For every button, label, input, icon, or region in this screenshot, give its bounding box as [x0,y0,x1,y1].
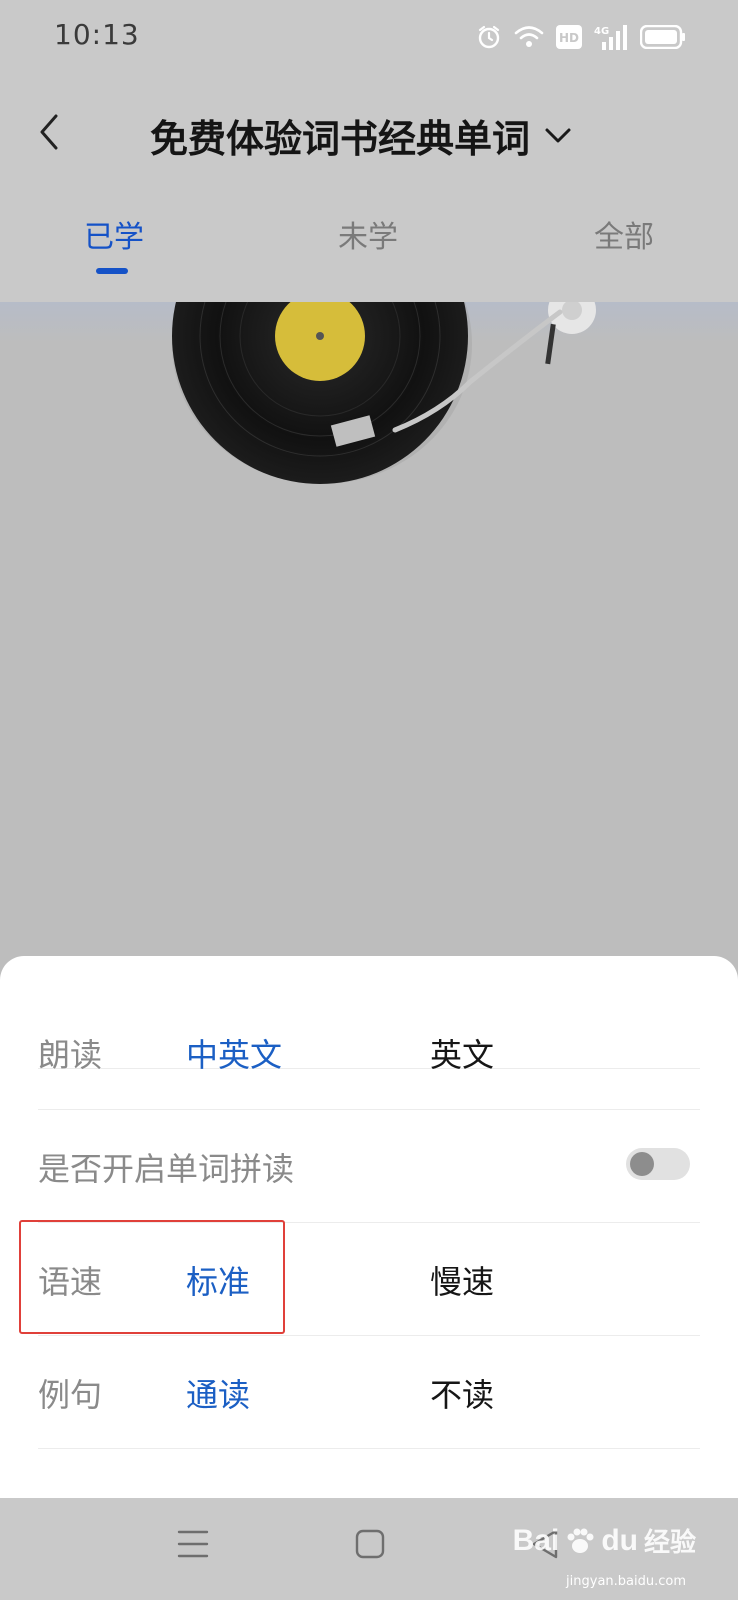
watermark-brand-suffix: du [601,1523,638,1557]
speed-option-slow[interactable]: 慢速 [430,1257,494,1303]
speed-highlight-box [19,1220,285,1334]
spelling-toggle[interactable] [626,1148,690,1180]
watermark-tagline: 经验 [643,1527,696,1557]
toggle-knob [630,1152,654,1176]
header: 免费体验词书经典单词 已学 未学 全部 [0,74,738,302]
app-screen: 10:13 HD 4G 免费体验词书经典单词 已学 未学 全部 朗读 中英文 英… [0,0,738,1600]
spelling-label: 是否开启单词拼读 [38,1150,295,1188]
status-time: 10:13 [54,18,140,51]
tab-bar: 已学 未学 全部 [0,212,738,302]
paw-logo-icon [567,1528,594,1553]
watermark-url: jingyan.baidu.com [566,1574,686,1589]
wifi-icon [514,26,544,47]
hd-icon: HD [556,25,582,49]
record-player-image [172,302,596,484]
hd-label: HD [559,31,579,45]
example-label: 例句 [38,1376,103,1414]
page-title: 免费体验词书经典单词 [150,117,531,161]
nav-bar: Bai du 经验 jingyan.baidu.com [0,1498,738,1600]
menu-icon[interactable] [176,1528,210,1560]
spelling-row: 是否开启单词拼读 [38,1110,700,1223]
tab-learned[interactable]: 已学 [84,212,144,256]
status-bar: 10:13 HD 4G [0,0,738,74]
chevron-down-icon [545,128,571,142]
tab-unlearned[interactable]: 未学 [338,212,398,256]
reading-row-divider [38,997,700,1110]
4g-signal-icon: 4G [594,25,627,50]
baidu-watermark: Bai du 经验 [513,1522,696,1559]
example-option-read-through[interactable]: 通读 [186,1370,250,1416]
player-area [0,302,738,962]
status-icons: HD 4G [476,20,686,54]
alarm-icon [478,25,500,49]
wordbook-selector[interactable]: 免费体验词书经典单词 [150,108,572,163]
battery-icon [640,25,685,49]
example-row: 例句 通读 不读 [38,1336,700,1449]
home-square-icon[interactable] [354,1528,386,1560]
back-arrow-icon[interactable] [34,110,64,154]
tab-all[interactable]: 全部 [594,212,654,256]
network-label: 4G [594,26,609,37]
tab-active-indicator [96,268,128,274]
example-option-no-read[interactable]: 不读 [430,1370,494,1416]
watermark-brand: Bai [512,1523,560,1557]
